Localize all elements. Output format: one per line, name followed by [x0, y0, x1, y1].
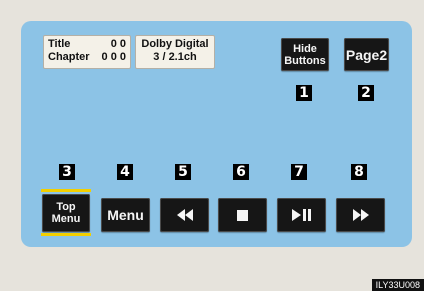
chapter-label: Chapter	[48, 51, 90, 63]
play-pause-button[interactable]	[277, 198, 326, 232]
callout-2: 2	[358, 85, 374, 101]
hide-buttons-button[interactable]: Hide Buttons	[281, 38, 329, 71]
dvd-control-panel: Title 0 0 Chapter 0 0 0 Dolby Digital 3 …	[21, 21, 412, 247]
hide-buttons-line2: Buttons	[284, 54, 326, 67]
chapter-row: Chapter 0 0 0	[48, 51, 126, 64]
page2-button[interactable]: Page2	[344, 38, 389, 71]
figure-code: ILY33U008	[371, 279, 424, 291]
stop-icon	[237, 209, 248, 221]
callout-5: 5	[175, 164, 191, 180]
callout-1: 1	[296, 85, 312, 101]
fast-forward-button[interactable]	[336, 198, 385, 232]
audio-channels: 3 / 2.1ch	[153, 51, 197, 63]
title-chapter-display: Title 0 0 Chapter 0 0 0	[43, 35, 131, 69]
rewind-icon	[176, 209, 194, 221]
top-menu-button[interactable]: Top Menu	[42, 194, 90, 232]
page2-label: Page2	[345, 46, 388, 63]
hide-buttons-line1: Hide	[293, 42, 317, 55]
screen-frame: Title 0 0 Chapter 0 0 0 Dolby Digital 3 …	[3, 3, 421, 258]
chapter-value: 0 0 0	[101, 51, 126, 63]
top-menu-line2: Menu	[51, 213, 81, 225]
menu-label: Menu	[107, 207, 144, 223]
callout-6: 6	[233, 164, 249, 180]
hide-buttons-label: Hide Buttons	[284, 43, 326, 67]
callout-3: 3	[59, 164, 75, 180]
top-menu-highlight-bottom	[41, 233, 91, 236]
rewind-button[interactable]	[160, 198, 209, 232]
menu-button[interactable]: Menu	[101, 198, 150, 232]
play-pause-icon	[291, 209, 312, 221]
fast-forward-icon	[352, 209, 370, 221]
audio-format: Dolby Digital	[141, 38, 209, 50]
audio-format-display: Dolby Digital 3 / 2.1ch	[135, 35, 215, 69]
title-row: Title 0 0	[48, 38, 126, 51]
callout-4: 4	[117, 164, 133, 180]
title-value: 0 0	[110, 38, 126, 50]
callout-8: 8	[351, 164, 367, 180]
top-menu-highlight-top	[41, 189, 91, 192]
top-menu-label: Top Menu	[52, 201, 81, 225]
title-label: Title	[48, 38, 71, 50]
top-menu-line1: Top	[56, 201, 76, 213]
callout-7: 7	[291, 164, 307, 180]
stop-button[interactable]	[218, 198, 267, 232]
